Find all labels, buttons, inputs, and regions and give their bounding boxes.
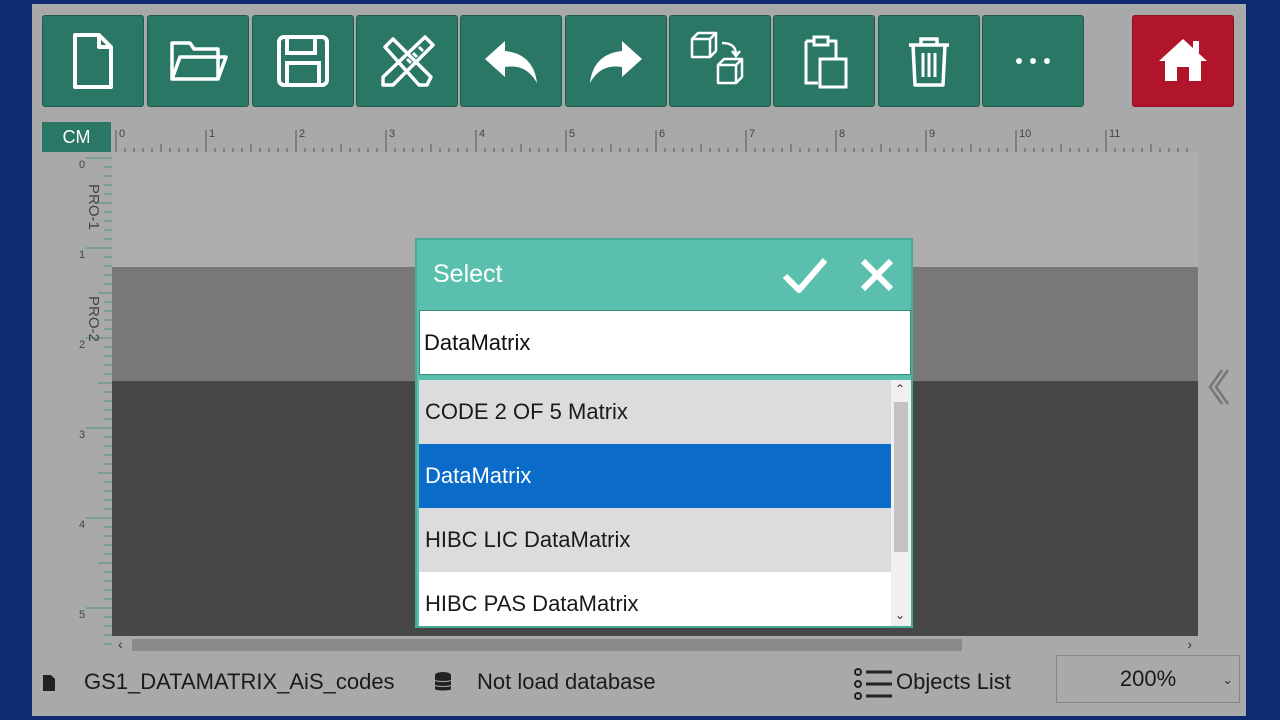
dialog-title: Select [433, 260, 503, 288]
objects-list-button[interactable]: Objects List [854, 666, 1026, 702]
ruler-label: 3 [389, 128, 395, 140]
lane-label-pro-2: PRO-2 [85, 296, 102, 342]
ruler-label: 8 [839, 128, 845, 140]
ruler-label: 9 [929, 128, 935, 140]
list-item-label: HIBC PAS DataMatrix [425, 591, 639, 616]
delete-button[interactable] [878, 15, 980, 107]
redo-button[interactable] [565, 15, 667, 107]
objects-list-label: Objects List [896, 669, 1011, 694]
label-editor-app: CM 012345678910111 012345 PRO-1 PRO-2 ‹ … [32, 4, 1246, 716]
select-dialog: Select CODE 2 OF 5 Matrix DataMatrix HIB… [415, 238, 913, 628]
chevron-down-icon: ⌄ [1222, 672, 1233, 687]
database-icon [434, 672, 452, 691]
horizontal-scrollbar[interactable]: ‹ › [112, 636, 1198, 654]
ruler-label: 10 [1019, 128, 1031, 140]
ruler-pencil-icon [381, 35, 435, 87]
scroll-right-icon[interactable]: › [1187, 636, 1192, 652]
checkmark-icon[interactable] [781, 254, 829, 296]
option-list: CODE 2 OF 5 Matrix DataMatrix HIBC LIC D… [419, 380, 891, 626]
ellipsis-icon [1016, 58, 1050, 64]
ruler-label: 0 [119, 128, 125, 140]
paste-button[interactable] [773, 15, 875, 107]
ruler-label: 3 [79, 429, 85, 441]
copy-objects-button[interactable] [669, 15, 771, 107]
dialog-header: Select [417, 240, 911, 310]
list-scroll-thumb[interactable] [894, 402, 908, 552]
save-button[interactable] [252, 15, 354, 107]
undo-button[interactable] [460, 15, 562, 107]
floppy-disk-icon [277, 35, 329, 87]
ruler-label: 11 [1109, 128, 1120, 140]
clipboard-icon [804, 35, 848, 89]
home-icon [1159, 39, 1207, 81]
ruler-label: 2 [299, 128, 305, 140]
home-button[interactable] [1132, 15, 1234, 107]
ruler-label: 6 [659, 128, 665, 140]
list-item-label: HIBC LIC DataMatrix [425, 527, 631, 552]
list-item[interactable]: HIBC LIC DataMatrix [419, 508, 891, 572]
list-item[interactable]: HIBC PAS DataMatrix [419, 572, 891, 626]
ruler-label: 4 [79, 519, 85, 531]
undo-icon [485, 41, 537, 83]
file-name: GS1_DATAMATRIX_AiS_codes [84, 669, 395, 694]
list-item[interactable]: DataMatrix [419, 444, 891, 508]
search-input[interactable] [419, 310, 911, 375]
new-file-button[interactable] [42, 15, 144, 107]
new-file-icon [73, 33, 113, 89]
open-folder-button[interactable] [147, 15, 249, 107]
ruler-label: 1 [209, 128, 215, 140]
ruler-label: 0 [79, 159, 85, 171]
list-scrollbar[interactable]: ⌃ ⌄ [891, 380, 911, 626]
chevron-up-icon[interactable]: ⌃ [895, 382, 905, 396]
database-status: Not load database [477, 669, 656, 694]
chevron-down-icon[interactable]: ⌄ [895, 608, 905, 622]
ruler-label: 4 [479, 128, 485, 140]
ruler-label: 1 [79, 249, 85, 261]
zoom-value: 200% [1119, 666, 1177, 691]
zoom-select[interactable]: 200% ⌄ [1056, 655, 1240, 703]
list-icon [854, 668, 892, 700]
horizontal-ruler: 012345678910111 [115, 128, 1188, 156]
folder-open-icon [170, 41, 228, 81]
ruler-label: 7 [749, 128, 755, 140]
design-tools-button[interactable] [356, 15, 458, 107]
list-item[interactable]: CODE 2 OF 5 Matrix [419, 380, 891, 444]
ruler-unit-badge[interactable]: CM [42, 122, 111, 152]
copy-cubes-icon [690, 31, 744, 85]
lane-label-pro-1: PRO-1 [85, 184, 102, 230]
file-icon [43, 675, 55, 691]
scroll-left-icon[interactable]: ‹ [118, 636, 123, 652]
screen-frame: CM 012345678910111 012345 PRO-1 PRO-2 ‹ … [0, 0, 1280, 720]
redo-icon [590, 41, 642, 83]
close-icon[interactable] [857, 254, 897, 296]
list-item-label: CODE 2 OF 5 Matrix [425, 399, 628, 424]
horizontal-scroll-thumb[interactable] [132, 639, 962, 651]
ruler-label: 5 [79, 609, 85, 621]
side-panel-chevron-icon[interactable] [1202, 362, 1232, 412]
more-button[interactable] [982, 15, 1084, 107]
ruler-label: 5 [569, 128, 575, 140]
trash-icon [909, 37, 949, 87]
list-item-label: DataMatrix [425, 463, 532, 488]
